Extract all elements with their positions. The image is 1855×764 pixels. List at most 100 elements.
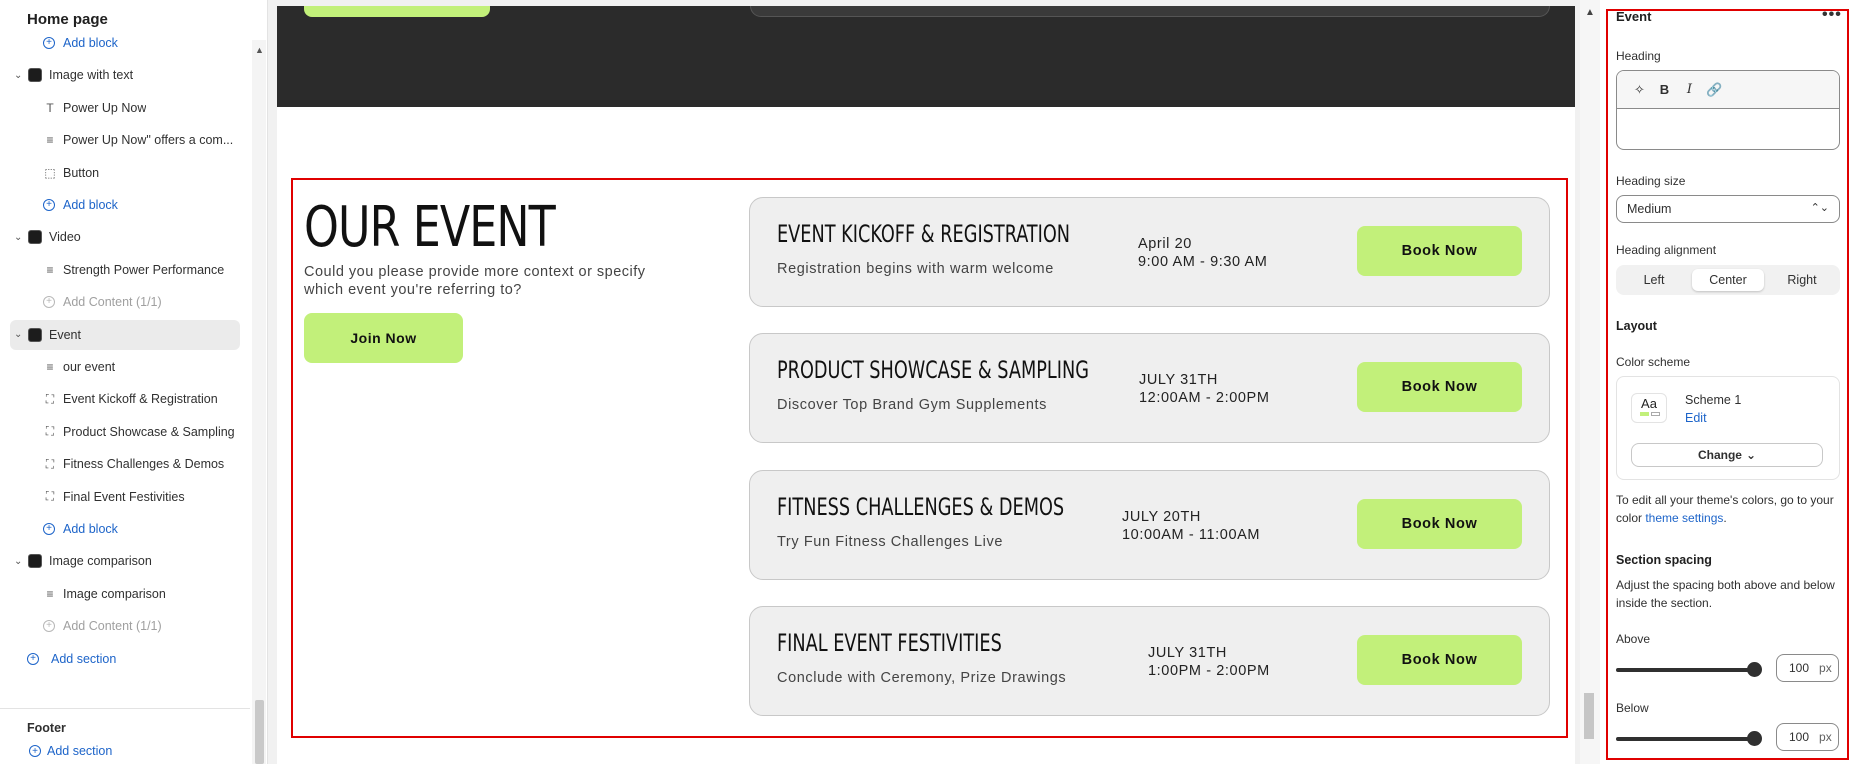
above-label: Above xyxy=(1616,632,1651,646)
add-content-button[interactable]: + Add Content (1/1) xyxy=(10,611,240,641)
tree-item-label: Final Event Festivities xyxy=(63,489,185,504)
section-item-event[interactable]: ⌄ Event xyxy=(10,319,240,350)
footer-add-section-label: Add section xyxy=(47,744,113,758)
event-date: April 20 xyxy=(1138,236,1192,252)
align-right-option[interactable]: Right xyxy=(1766,269,1838,291)
tree-item-label: Image comparison xyxy=(49,554,152,569)
block-icon: ⛶ xyxy=(45,456,55,471)
scrollbar-thumb[interactable] xyxy=(255,700,264,764)
block-item[interactable]: ≡ Strength Power Performance xyxy=(10,255,240,285)
tree-item-label: Image comparison xyxy=(63,586,166,601)
tree-item-label: Add section xyxy=(51,651,117,666)
heading-rich-text-editor[interactable]: ✧ B I 🔗 xyxy=(1616,70,1840,150)
bold-icon[interactable]: B xyxy=(1652,82,1677,97)
section-item-image-comparison[interactable]: ⌄ Image comparison xyxy=(10,546,240,576)
scroll-up-icon[interactable]: ▲ xyxy=(255,45,264,55)
heading-size-select[interactable]: Medium ⌃⌄ xyxy=(1616,195,1840,223)
section-icon xyxy=(28,68,42,83)
below-slider[interactable] xyxy=(1616,731,1762,746)
tree-item-label: Event Kickoff & Registration xyxy=(63,392,218,407)
block-item[interactable]: ≡ Image comparison xyxy=(10,579,240,609)
video-section-button[interactable] xyxy=(304,6,490,17)
block-item[interactable]: ⬚ Button xyxy=(10,158,240,188)
block-item[interactable]: ≡ our event xyxy=(10,352,240,382)
plus-circle-icon: + xyxy=(43,620,55,633)
align-center-option[interactable]: Center xyxy=(1692,269,1764,291)
add-block-button[interactable]: + Add block xyxy=(10,514,240,544)
scrollbar-thumb[interactable] xyxy=(1584,693,1594,739)
block-item[interactable]: ≡ Power Up Now" offers a com... xyxy=(10,125,240,155)
section-item-video[interactable]: ⌄ Video xyxy=(10,222,240,252)
layout-heading: Layout xyxy=(1616,319,1657,333)
event-card-subtitle: Conclude with Ceremony, Prize Drawings xyxy=(777,670,1067,686)
chevron-down-icon[interactable]: ⌄ xyxy=(14,329,22,340)
left-sidebar: Home page + Add block ⌄ Image with text T Pow… xyxy=(0,0,268,764)
plus-circle-icon: + xyxy=(27,652,39,665)
change-scheme-button[interactable]: Change ⌄ xyxy=(1631,443,1823,467)
book-now-button[interactable]: Book Now xyxy=(1357,499,1522,549)
book-now-button[interactable]: Book Now xyxy=(1357,635,1522,685)
event-card-title: FINAL EVENT FESTIVITIES xyxy=(777,629,1002,657)
event-card: FITNESS CHALLENGES & DEMOS Try Fun Fitnes… xyxy=(749,470,1550,580)
tree-item-label: Button xyxy=(63,165,100,180)
above-slider[interactable] xyxy=(1616,662,1762,677)
plus-circle-icon: + xyxy=(43,523,55,535)
paragraph-icon: ≡ xyxy=(46,133,54,148)
add-section-button[interactable]: + Add section xyxy=(10,644,240,674)
theme-settings-link[interactable]: theme settings xyxy=(1645,511,1723,525)
below-slider-handle[interactable] xyxy=(1747,731,1762,746)
block-icon: ⛶ xyxy=(45,391,55,406)
scheme-edit-link[interactable]: Edit xyxy=(1685,411,1707,425)
event-card-datetime: JULY 31TH 12:00AM - 2:00PM xyxy=(1139,371,1270,407)
block-item[interactable]: T Power Up Now xyxy=(10,93,240,123)
scroll-up-icon[interactable]: ▲ xyxy=(1585,7,1595,18)
block-item[interactable]: ⛶ Event Kickoff & Registration xyxy=(10,384,240,414)
link-icon[interactable]: 🔗 xyxy=(1702,82,1727,98)
plus-circle-icon: + xyxy=(29,745,41,757)
above-input[interactable]: 100 px xyxy=(1776,654,1839,682)
block-item[interactable]: ⛶ Fitness Challenges & Demos xyxy=(10,449,240,479)
ai-magic-icon[interactable]: ✧ xyxy=(1627,82,1652,98)
book-now-button[interactable]: Book Now xyxy=(1357,362,1522,412)
chevron-down-icon[interactable]: ⌄ xyxy=(14,556,22,567)
event-card-subtitle: Try Fun Fitness Challenges Live xyxy=(777,534,1003,550)
block-item[interactable]: ⛶ Final Event Festivities xyxy=(10,482,240,512)
align-left-option[interactable]: Left xyxy=(1618,269,1690,291)
book-now-button[interactable]: Book Now xyxy=(1357,226,1522,276)
above-value: 100 xyxy=(1789,661,1810,675)
heading-label: Heading xyxy=(1616,49,1661,63)
event-date: JULY 20TH xyxy=(1122,509,1202,525)
rte-toolbar: ✧ B I 🔗 xyxy=(1617,71,1839,109)
chevron-down-icon[interactable]: ⌄ xyxy=(14,232,22,243)
below-input[interactable]: 100 px xyxy=(1776,723,1839,751)
section-item-image-with-text[interactable]: ⌄ Image with text xyxy=(10,60,240,90)
block-item[interactable]: ⛶ Product Showcase & Sampling xyxy=(10,417,240,447)
below-value: 100 xyxy=(1789,730,1810,744)
heading-text-area[interactable] xyxy=(1617,109,1839,149)
event-time: 12:00AM - 2:00PM xyxy=(1139,390,1270,406)
section-icon xyxy=(28,230,42,245)
page-title: Home page xyxy=(27,11,108,28)
event-time: 9:00 AM - 9:30 AM xyxy=(1138,254,1268,270)
sidebar-scrollbar[interactable]: ▲ xyxy=(252,40,266,764)
above-unit: px xyxy=(1819,661,1832,675)
section-spacing-description: Adjust the spacing both above and below … xyxy=(1616,578,1835,610)
italic-icon[interactable]: I xyxy=(1677,82,1702,97)
add-block-button[interactable]: + Add block xyxy=(10,28,240,58)
event-card-title: EVENT KICKOFF & REGISTRATION xyxy=(777,220,1071,248)
divider xyxy=(0,708,250,709)
heading-alignment-label: Heading alignment xyxy=(1616,243,1717,257)
add-content-button[interactable]: + Add Content (1/1) xyxy=(10,287,240,317)
event-card-title: FITNESS CHALLENGES & DEMOS xyxy=(777,493,1065,521)
chevron-down-icon[interactable]: ⌄ xyxy=(14,70,22,81)
footer-label: Footer xyxy=(27,721,66,735)
footer-add-section-button[interactable]: + Add section xyxy=(29,744,112,758)
scheme-name: Scheme 1 xyxy=(1685,393,1742,407)
add-block-button[interactable]: + Add block xyxy=(10,190,240,220)
above-slider-handle[interactable] xyxy=(1747,662,1762,677)
canvas-scrollbar[interactable]: ▲ xyxy=(1580,0,1600,764)
more-options-icon[interactable]: ••• xyxy=(1822,6,1842,24)
chevron-down-icon: ⌄ xyxy=(1745,448,1757,462)
plus-circle-icon: + xyxy=(43,199,55,211)
join-now-button[interactable]: Join Now xyxy=(304,313,463,363)
